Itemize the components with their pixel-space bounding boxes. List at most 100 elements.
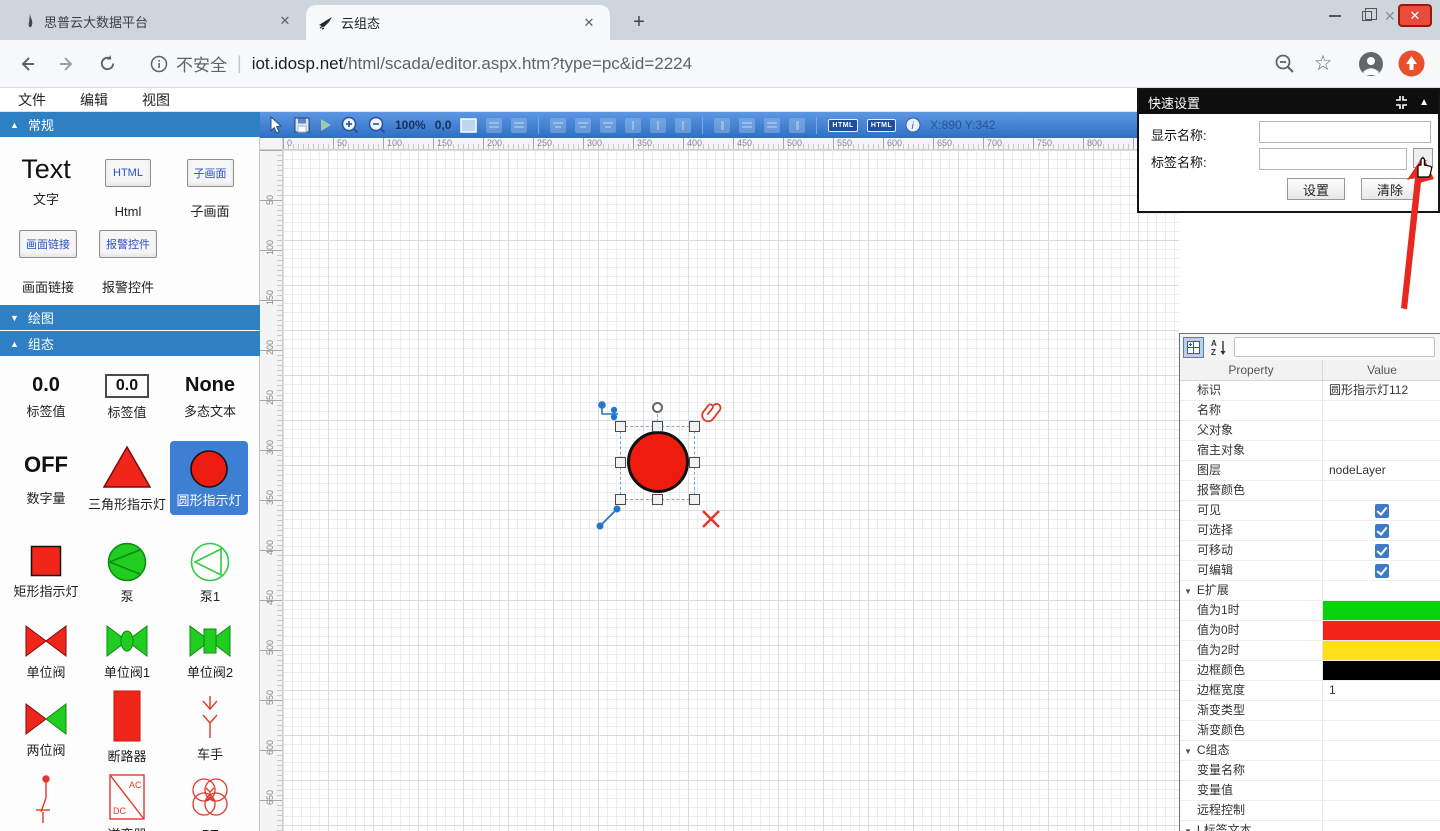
- property-value[interactable]: [1323, 401, 1440, 420]
- palette-item-valve[interactable]: 单位阀: [6, 624, 86, 680]
- property-value[interactable]: nodeLayer: [1323, 461, 1440, 480]
- property-row[interactable]: 宿主对象: [1180, 441, 1440, 461]
- design-grid[interactable]: [283, 150, 1179, 831]
- property-value[interactable]: [1323, 801, 1440, 820]
- browser-brand-button[interactable]: [1396, 49, 1426, 79]
- tab-dataplatform[interactable]: 思普云大数据平台 ✕: [14, 6, 304, 36]
- palette-item-text[interactable]: Text 文字: [8, 154, 84, 207]
- delete-node-icon[interactable]: [700, 508, 722, 530]
- color-swatch[interactable]: [1323, 641, 1440, 660]
- property-category-row[interactable]: ▼C组态: [1180, 741, 1440, 761]
- property-row[interactable]: 渐变颜色: [1180, 721, 1440, 741]
- section-scada[interactable]: ▲ 组态: [0, 331, 260, 356]
- property-category-row[interactable]: ▼E扩展: [1180, 581, 1440, 601]
- palette-item-pump[interactable]: 泵: [88, 542, 166, 604]
- checkbox-checked-icon[interactable]: [1375, 564, 1389, 578]
- align-right-icon[interactable]: [600, 118, 616, 133]
- pointer-tool-icon[interactable]: [268, 116, 285, 134]
- align-middle-icon[interactable]: [650, 118, 666, 133]
- property-value[interactable]: 圆形指示灯112: [1323, 381, 1440, 400]
- resize-handle-s[interactable]: [652, 494, 663, 505]
- palette-item-multitext[interactable]: None 多态文本: [168, 374, 252, 419]
- run-icon[interactable]: [319, 118, 332, 132]
- property-row[interactable]: 值为0时: [1180, 621, 1440, 641]
- property-search-box[interactable]: [1234, 337, 1435, 357]
- resize-handle-e[interactable]: [689, 457, 700, 468]
- resize-handle-ne[interactable]: [689, 421, 700, 432]
- checkbox-checked-icon[interactable]: [1375, 524, 1389, 538]
- section-draw[interactable]: ▼ 绘图: [0, 305, 260, 330]
- property-value[interactable]: [1323, 481, 1440, 500]
- palette-item-pump1[interactable]: 泵1: [168, 542, 252, 604]
- property-value[interactable]: [1323, 781, 1440, 800]
- property-row[interactable]: 边框宽度1: [1180, 681, 1440, 701]
- canvas-settings-icon[interactable]: [460, 118, 477, 133]
- palette-item-rect-indicator[interactable]: 矩形指示灯: [6, 545, 86, 599]
- palette-item-pt[interactable]: PT: [168, 774, 252, 831]
- same-height-icon[interactable]: [764, 118, 780, 133]
- property-row[interactable]: 变量名称: [1180, 761, 1440, 781]
- html-preview-icon[interactable]: HTML: [867, 119, 896, 132]
- resize-handle-se[interactable]: [689, 494, 700, 505]
- tab-close-icon[interactable]: ✕: [276, 12, 294, 30]
- property-row[interactable]: 报警颜色: [1180, 481, 1440, 501]
- property-row[interactable]: 值为2时: [1180, 641, 1440, 661]
- resize-handle-w[interactable]: [615, 457, 626, 468]
- align-center-icon[interactable]: [575, 118, 591, 133]
- palette-item-circle-indicator-selected[interactable]: 圆形指示灯: [170, 441, 248, 515]
- property-value[interactable]: [1323, 701, 1440, 720]
- about-info-icon[interactable]: i: [905, 117, 921, 133]
- property-value[interactable]: [1323, 721, 1440, 740]
- property-value[interactable]: [1323, 421, 1440, 440]
- tag-browse-button[interactable]: ...: [1413, 148, 1433, 168]
- omnibox[interactable]: 不安全 | iot.idosp.net/html/scada/editor.as…: [150, 51, 692, 76]
- clear-button[interactable]: 清除: [1361, 178, 1419, 200]
- new-tab-button[interactable]: +: [626, 9, 652, 35]
- property-row[interactable]: 远程控制: [1180, 801, 1440, 821]
- dock-icon[interactable]: [1394, 95, 1409, 110]
- palette-item-inverter[interactable]: ACDC 逆变器: [88, 774, 166, 831]
- palette-item-tagvalue-boxed[interactable]: 0.0 标签值: [88, 374, 166, 420]
- property-row[interactable]: 可见: [1180, 501, 1440, 521]
- palette-item-digital[interactable]: OFF 数字量: [6, 452, 86, 506]
- property-row[interactable]: 边框颜色: [1180, 661, 1440, 681]
- property-value[interactable]: 1: [1323, 681, 1440, 700]
- attach-paperclip-icon[interactable]: [700, 402, 722, 428]
- palette-item-valve2[interactable]: 单位阀2: [168, 624, 252, 680]
- property-row[interactable]: 图层nodeLayer: [1180, 461, 1440, 481]
- reload-button[interactable]: [92, 49, 122, 79]
- window-close-button[interactable]: ✕: [1398, 4, 1432, 27]
- menu-view[interactable]: 视图: [142, 90, 170, 110]
- categorized-view-icon[interactable]: [1183, 337, 1204, 358]
- info-icon[interactable]: [150, 55, 168, 73]
- same-width-icon[interactable]: [739, 118, 755, 133]
- property-row[interactable]: 父对象: [1180, 421, 1440, 441]
- tab-scada-editor[interactable]: 云组态 ✕: [306, 5, 610, 40]
- property-row[interactable]: 名称: [1180, 401, 1440, 421]
- connect-tool-icon[interactable]: [598, 400, 624, 426]
- html-export-icon[interactable]: HTML: [828, 119, 857, 132]
- color-swatch[interactable]: [1323, 661, 1440, 680]
- set-button[interactable]: 设置: [1287, 178, 1345, 200]
- collapse-panel-icon[interactable]: ▲: [1419, 97, 1429, 108]
- palette-item-subscreen[interactable]: 子画面 子画面: [170, 154, 250, 219]
- rotation-handle[interactable]: [652, 402, 663, 413]
- group-icon[interactable]: [486, 118, 502, 133]
- sort-az-icon[interactable]: AZ: [1208, 336, 1230, 358]
- window-restore-button[interactable]: [1354, 6, 1380, 26]
- property-row[interactable]: 值为1时: [1180, 601, 1440, 621]
- property-row[interactable]: 可编辑: [1180, 561, 1440, 581]
- tab-close-icon[interactable]: ✕: [580, 14, 598, 32]
- quick-settings-header[interactable]: 快速设置 ▲: [1139, 90, 1438, 114]
- palette-item-screenlink[interactable]: 画面链接 画面链接: [8, 230, 88, 295]
- window-minimize-button[interactable]: [1322, 6, 1348, 26]
- draw-line-tool-icon[interactable]: [596, 504, 622, 530]
- palette-item-knife-switch[interactable]: 刀闸: [6, 774, 86, 831]
- color-swatch[interactable]: [1323, 621, 1440, 640]
- save-icon[interactable]: [294, 117, 310, 133]
- palette-item-valve3[interactable]: 两位阀: [6, 702, 86, 758]
- zoom-out-icon[interactable]: [368, 116, 386, 134]
- property-value[interactable]: [1323, 441, 1440, 460]
- display-name-input[interactable]: [1259, 121, 1431, 143]
- back-button[interactable]: [12, 49, 42, 79]
